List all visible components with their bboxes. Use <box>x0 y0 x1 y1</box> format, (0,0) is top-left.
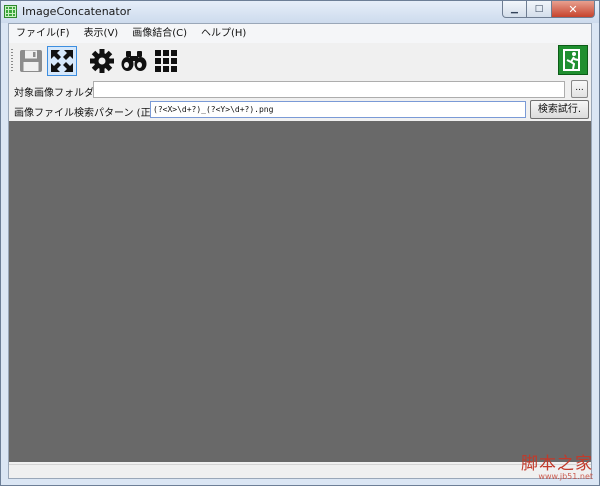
watermark-main: 脚本之家 <box>521 454 593 474</box>
exit-icon <box>563 49 580 71</box>
pattern-row: 画像ファイル検索パターン (正規表 (?<X>\d+?)_(?<Y>\d+?).… <box>9 100 591 119</box>
menu-view[interactable]: 表示(V) <box>77 24 126 43</box>
menu-file[interactable]: ファイル(F) <box>9 24 77 43</box>
grid-icon <box>155 50 177 72</box>
minimize-button[interactable]: ▁ <box>502 1 527 18</box>
pattern-label: 画像ファイル検索パターン (正規表 <box>14 108 171 119</box>
menu-bar: ファイル(F) 表示(V) 画像結合(C) ヘルプ(H) <box>9 24 591 43</box>
toolbar-grip[interactable] <box>11 49 13 73</box>
title-bar[interactable]: ImageConcatenator ▁ □ ✕ <box>1 1 599 23</box>
menu-concat[interactable]: 画像結合(C) <box>125 24 194 43</box>
folder-label: 対象画像フォルダ <box>14 88 94 99</box>
watermark-url: www.jb51.net <box>538 472 593 481</box>
client-area: ファイル(F) 表示(V) 画像結合(C) ヘルプ(H) 対象画像フォルダ ..… <box>8 23 592 479</box>
save-button[interactable] <box>16 46 46 76</box>
maximize-icon: □ <box>534 4 544 14</box>
browse-folder-button[interactable]: ... <box>571 80 588 98</box>
grid-view-button[interactable] <box>151 46 181 76</box>
fit-icon <box>51 50 73 72</box>
status-bar <box>9 464 591 478</box>
fit-window-button[interactable] <box>47 46 77 76</box>
folder-path-input[interactable] <box>93 81 565 98</box>
settings-button[interactable] <box>87 46 117 76</box>
app-grid-icon <box>4 5 17 18</box>
exit-button[interactable] <box>558 45 588 75</box>
app-window: ImageConcatenator ▁ □ ✕ ファイル(F) 表示(V) 画像… <box>0 0 600 486</box>
image-canvas[interactable] <box>9 121 591 462</box>
search-try-button[interactable]: 検索試行. <box>530 100 589 119</box>
close-button[interactable]: ✕ <box>552 1 595 18</box>
search-files-button[interactable] <box>119 46 149 76</box>
toolbar <box>9 43 591 79</box>
watermark: 脚本之家 www.jb51.net <box>521 449 593 481</box>
maximize-button[interactable]: □ <box>527 1 552 18</box>
close-icon: ✕ <box>568 2 578 16</box>
pattern-input[interactable]: (?<X>\d+?)_(?<Y>\d+?).png <box>150 101 526 118</box>
save-icon <box>20 50 42 72</box>
window-controls: ▁ □ ✕ <box>502 1 595 18</box>
binoculars-icon <box>121 51 147 71</box>
folder-row: 対象画像フォルダ ... <box>9 80 591 99</box>
settings-icon <box>90 49 114 73</box>
window-title: ImageConcatenator <box>22 5 131 18</box>
menu-help[interactable]: ヘルプ(H) <box>194 24 253 43</box>
minimize-icon: ▁ <box>511 4 518 14</box>
